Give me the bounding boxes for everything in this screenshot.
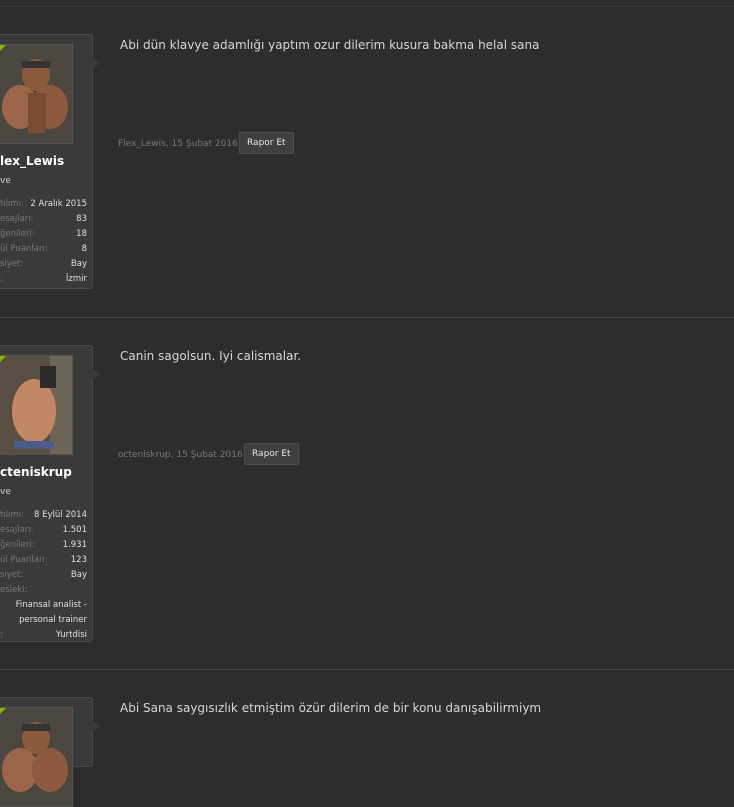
post-meta[interactable]: Flex_Lewis, 15 Şubat 2016 [118,139,238,149]
stat-row: ül Puanları: 123 [0,555,87,565]
stat-row: esleki: [0,585,28,595]
user-card: lex_Lewis ve tılımı: 2 Aralık 2015 esajla… [0,34,100,289]
avatar-image [0,45,72,143]
online-indicator [0,45,6,51]
avatar-image [0,356,72,454]
post-message: Abi dün klavye adamlığı yaptım ozur dile… [120,38,540,52]
user-stats: tılımı: 2 Aralık 2015 esajları: 83 ğeniler… [0,197,87,287]
post-message: Canin sagolsun. Iyi calismalar. [120,349,302,363]
stat-row: ül Puanları: 8 [0,244,87,254]
stat-row: tılımı: 2 Aralık 2015 [0,199,87,209]
stat-row: ğenileri: 1.931 [0,540,87,550]
online-indicator [0,708,6,714]
user-card [0,697,100,807]
stat-row: ğenileri: 18 [0,229,87,239]
top-divider [0,6,734,7]
stat-row: Finansal analist - [15,600,87,610]
stat-row: : İzmir [0,274,87,284]
post-meta[interactable]: octeniskrup, 15 Şubat 2016 [118,450,243,460]
stat-row: esajları: 1.501 [0,525,87,535]
avatar[interactable] [0,355,73,455]
report-button[interactable]: Rapor Et [239,132,294,154]
stat-row: siyet: Bay [0,570,87,580]
stat-row: : Yurtdisi [0,630,87,640]
stat-row: siyet: Bay [0,259,87,269]
user-stats: tılımı: 8 Eylül 2014 esajları: 1.501 ğenil… [0,508,87,643]
user-title: ve [0,176,11,186]
stat-row: tılımı: 8 Eylül 2014 [0,510,87,520]
user-title: ve [0,487,11,497]
post-divider [0,317,734,318]
online-indicator [0,356,6,362]
avatar[interactable] [0,707,73,807]
stat-row: personal trainer [19,615,87,625]
report-button[interactable]: Rapor Et [244,443,299,465]
avatar[interactable] [0,44,73,144]
avatar-image [0,708,72,806]
username[interactable]: lex_Lewis [0,154,64,168]
stat-row: esajları: 83 [0,214,87,224]
user-card: cteniskrup ve tılımı: 8 Eylül 2014 esajla… [0,345,100,643]
post-message: Abi Sana saygısızlık etmiştim özür diler… [120,701,542,715]
username[interactable]: cteniskrup [0,465,72,479]
post-divider [0,669,734,670]
